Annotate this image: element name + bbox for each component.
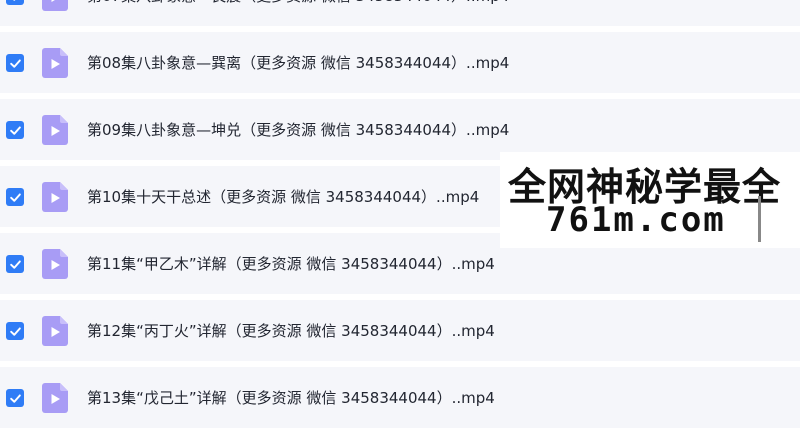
check-icon	[9, 259, 21, 269]
file-name[interactable]: 第09集八卦象意—坤兑（更多资源 微信 3458344044）..mp4	[87, 99, 509, 160]
file-row[interactable]: 第09集八卦象意—坤兑（更多资源 微信 3458344044）..mp4	[0, 99, 800, 160]
file-row[interactable]: 第08集八卦象意—巽离（更多资源 微信 3458344044）..mp4	[0, 32, 800, 93]
check-icon	[9, 58, 21, 68]
video-file-icon	[42, 115, 68, 145]
check-icon	[9, 393, 21, 403]
file-name[interactable]: 第07集八卦象意—艮震（更多资源 微信 3458344044）..mp4	[87, 0, 509, 26]
watermark-site: 761m.com	[546, 200, 726, 240]
check-icon	[9, 125, 21, 135]
file-name[interactable]: 第12集“丙丁火”详解（更多资源 微信 3458344044）..mp4	[87, 300, 495, 361]
file-row[interactable]: 第12集“丙丁火”详解（更多资源 微信 3458344044）..mp4	[0, 300, 800, 361]
file-name[interactable]: 第10集十天干总述（更多资源 微信 3458344044）..mp4	[87, 166, 479, 227]
checkbox[interactable]	[6, 255, 24, 273]
file-row[interactable]: 第07集八卦象意—艮震（更多资源 微信 3458344044）..mp4	[0, 0, 800, 26]
checkbox[interactable]	[6, 54, 24, 72]
check-icon	[9, 326, 21, 336]
file-name[interactable]: 第13集“戊己土”详解（更多资源 微信 3458344044）..mp4	[87, 367, 495, 428]
video-file-icon	[42, 249, 68, 279]
video-file-icon	[42, 48, 68, 78]
file-row[interactable]: 第13集“戊己土”详解（更多资源 微信 3458344044）..mp4	[0, 367, 800, 428]
check-icon	[9, 192, 21, 202]
checkbox[interactable]	[6, 389, 24, 407]
checkbox[interactable]	[6, 0, 24, 5]
watermark-cursor-bar	[758, 196, 761, 242]
checkbox[interactable]	[6, 121, 24, 139]
video-file-icon	[42, 182, 68, 212]
watermark-overlay: 全网神秘学最全 761m.com	[500, 152, 800, 248]
checkbox[interactable]	[6, 188, 24, 206]
file-name[interactable]: 第08集八卦象意—巽离（更多资源 微信 3458344044）..mp4	[87, 32, 509, 93]
checkbox[interactable]	[6, 322, 24, 340]
check-icon	[13, 0, 15, 1]
video-file-icon	[42, 383, 68, 413]
video-file-icon	[42, 316, 68, 346]
file-name[interactable]: 第11集“甲乙木”详解（更多资源 微信 3458344044）..mp4	[87, 233, 495, 294]
video-file-icon	[42, 0, 68, 11]
